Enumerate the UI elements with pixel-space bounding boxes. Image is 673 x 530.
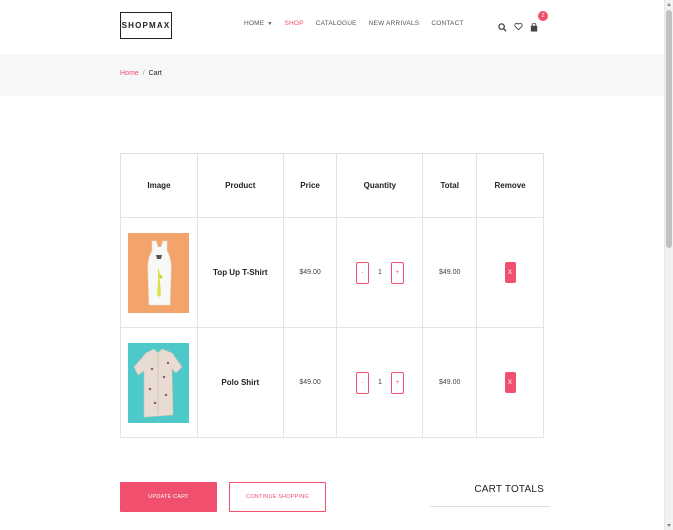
- cart-cell-remove: X: [476, 327, 544, 438]
- cart-totals-heading: CART TOTALS: [474, 484, 544, 495]
- quantity-decrease-button[interactable]: -: [355, 261, 369, 284]
- column-header-product: Product: [196, 153, 284, 218]
- breadcrumb-bar: Home / Cart: [0, 54, 664, 96]
- quantity-input[interactable]: 1: [371, 262, 389, 284]
- breadcrumb-home-link[interactable]: Home: [120, 70, 139, 77]
- main-nav: HOME ▼ SHOP CATALOGUE NEW ARRIVALS CONTAC…: [244, 20, 464, 27]
- nav-item-contact[interactable]: CONTACT: [431, 20, 463, 27]
- quantity-increase-button[interactable]: +: [390, 371, 404, 394]
- nav-item-shop[interactable]: SHOP: [284, 20, 303, 27]
- cart-cell-total: $49.00: [422, 327, 478, 438]
- site-logo[interactable]: SHOPMAX: [120, 12, 172, 39]
- page: SHOPMAX HOME ▼ SHOP CATALOGUE NEW ARRIVAL…: [0, 0, 673, 530]
- remove-item-button[interactable]: X: [504, 262, 516, 283]
- quantity-input[interactable]: 1: [371, 372, 389, 394]
- cart-cell-price: $49.00: [282, 327, 338, 438]
- cart-table-header-row: Image Product Price Quantity Total Remov…: [120, 153, 544, 218]
- breadcrumb-separator: /: [142, 70, 145, 77]
- header-icons: 2: [498, 11, 558, 37]
- product-image-polo-shirt[interactable]: [128, 342, 190, 423]
- cart-cell-product: Top Up T-Shirt: [196, 217, 284, 328]
- product-image-top-up-tshirt[interactable]: [128, 232, 190, 313]
- product-name[interactable]: Polo Shirt: [221, 378, 259, 387]
- cart-cell-quantity: - 1 +: [336, 327, 424, 438]
- cart-cell-remove: X: [476, 217, 544, 328]
- cart-cell-price: $49.00: [282, 217, 338, 328]
- nav-item-home[interactable]: HOME ▼: [244, 20, 272, 27]
- cart-totals-divider: [430, 506, 550, 507]
- cart-cell-image: [120, 327, 198, 438]
- cart-row: Polo Shirt $49.00 - 1 + $49.00 X: [120, 327, 544, 438]
- column-header-remove: Remove: [476, 153, 544, 218]
- nav-item-catalogue[interactable]: CATALOGUE: [316, 20, 357, 27]
- search-icon[interactable]: [498, 19, 507, 37]
- column-header-price: Price: [282, 153, 338, 218]
- cart-count-badge: 2: [538, 11, 548, 21]
- heart-icon[interactable]: [514, 18, 523, 36]
- cart-table: Image Product Price Quantity Total Remov…: [120, 153, 544, 438]
- nav-item-home-label: HOME: [244, 20, 265, 27]
- quantity-increase-button[interactable]: +: [390, 261, 404, 284]
- quantity-stepper: - 1 +: [355, 371, 404, 394]
- quantity-stepper: - 1 +: [355, 261, 404, 284]
- cart-cell-total: $49.00: [422, 217, 478, 328]
- scroll-down-arrow-icon[interactable]: [667, 524, 671, 527]
- shopping-bag-icon[interactable]: [530, 19, 538, 37]
- scrollbar-thumb[interactable]: [666, 10, 672, 248]
- cart-cell-product: Polo Shirt: [196, 327, 284, 438]
- scroll-up-arrow-icon[interactable]: [667, 3, 671, 6]
- nav-item-new-arrivals[interactable]: NEW ARRIVALS: [369, 20, 420, 27]
- cart-cell-image: [120, 217, 198, 328]
- cart-cell-quantity: - 1 +: [336, 217, 424, 328]
- breadcrumb: Home / Cart: [120, 70, 162, 77]
- continue-shopping-button[interactable]: CONTINUE SHOPPING: [229, 482, 326, 512]
- site-header: SHOPMAX HOME ▼ SHOP CATALOGUE NEW ARRIVAL…: [0, 0, 664, 54]
- cart-row: Top Up T-Shirt $49.00 - 1 + $49.00 X: [120, 217, 544, 328]
- chevron-down-icon: ▼: [267, 21, 273, 27]
- breadcrumb-current: Cart: [148, 70, 162, 77]
- column-header-total: Total: [422, 153, 478, 218]
- column-header-quantity: Quantity: [336, 153, 424, 218]
- quantity-decrease-button[interactable]: -: [355, 371, 369, 394]
- update-cart-button[interactable]: UPDATE CART: [120, 482, 217, 512]
- product-name[interactable]: Top Up T-Shirt: [213, 268, 268, 277]
- vertical-scrollbar[interactable]: [664, 0, 673, 530]
- remove-item-button[interactable]: X: [504, 372, 516, 393]
- column-header-image: Image: [120, 153, 198, 218]
